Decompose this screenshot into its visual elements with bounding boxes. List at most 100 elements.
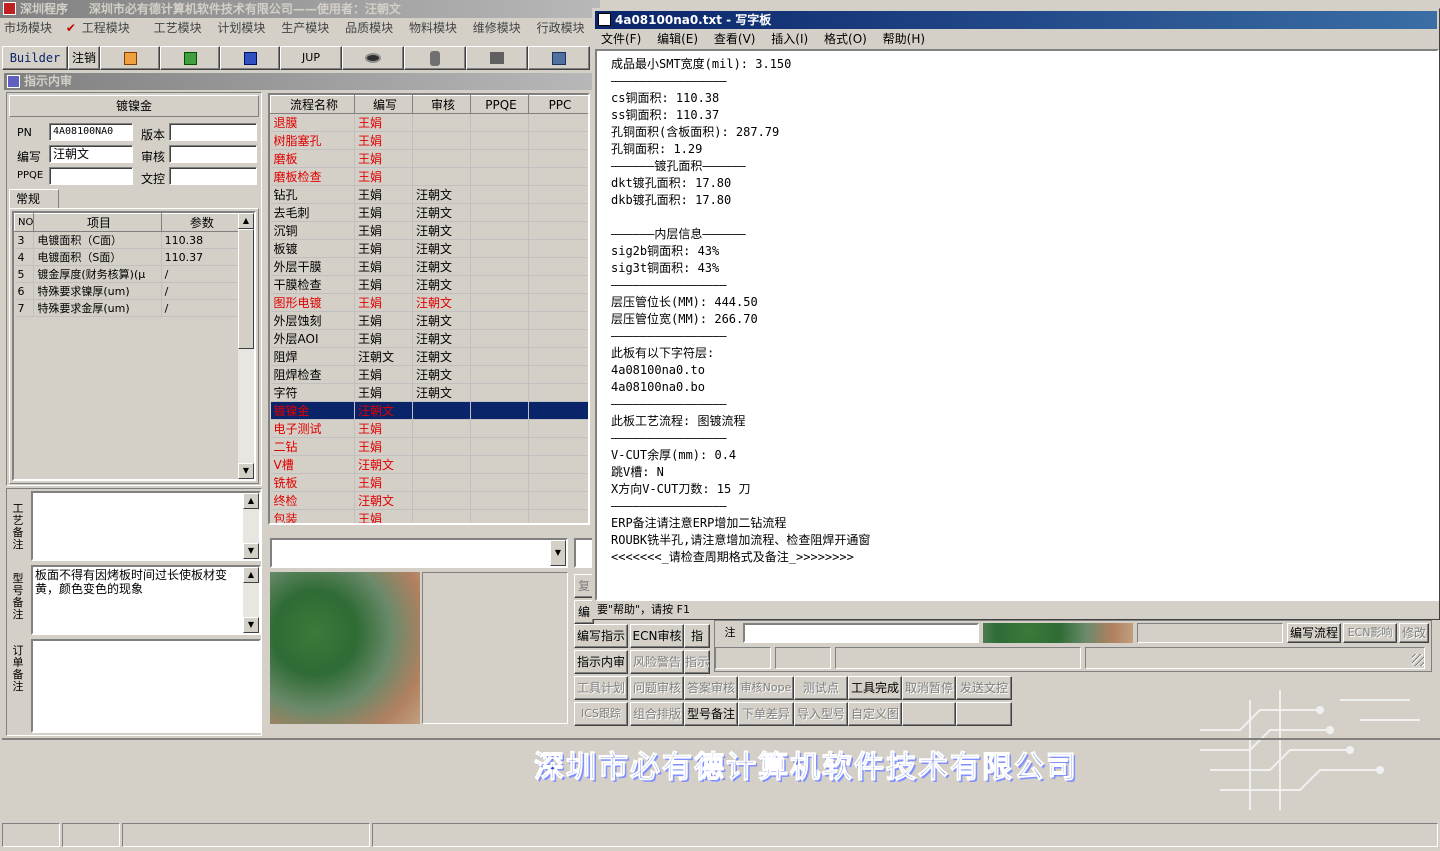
custom-figure-button[interactable]: 自定义图: [848, 702, 902, 726]
col-author[interactable]: 编写: [354, 95, 413, 114]
table-row[interactable]: 铣板 王娟: [270, 473, 588, 492]
table-row[interactable]: 磨板 王娟: [270, 149, 588, 168]
side-button-bian[interactable]: 编: [574, 600, 594, 624]
table-row[interactable]: 镀镍金 汪朝文: [270, 401, 588, 420]
params-scrollbar[interactable]: ▲ ▼: [238, 213, 254, 479]
model-note-field[interactable]: 板面不得有因烤板时间过长使板材变黄，颜色变色的现象 ▲ ▼: [31, 565, 261, 635]
table-row[interactable]: V槽 汪朝文: [270, 455, 588, 474]
table-row[interactable]: 磨板检查 王娟: [270, 167, 588, 186]
import-model-button[interactable]: 导入型号: [794, 702, 848, 726]
menu-material[interactable]: 物料模块: [403, 18, 463, 38]
menu-engineering[interactable]: 工程模块: [80, 18, 136, 38]
table-row[interactable]: 阻焊 汪朝文 汪朝文: [270, 347, 588, 366]
col-ppc[interactable]: PPC: [528, 95, 588, 114]
tools-button[interactable]: [466, 46, 528, 70]
instruction-button[interactable]: 指: [684, 624, 710, 648]
builder-button[interactable]: Builder: [2, 46, 68, 70]
tool-plan-button[interactable]: 工具计划: [574, 676, 628, 700]
order-note-field[interactable]: [31, 639, 261, 733]
scroll-up-icon[interactable]: ▲: [243, 567, 259, 583]
answer-review-button[interactable]: 答案审核: [684, 676, 738, 700]
col-process-name[interactable]: 流程名称: [270, 95, 355, 114]
write-instruction-button[interactable]: 编写指示: [574, 624, 628, 648]
control-field[interactable]: [169, 167, 257, 185]
table-row[interactable]: 退膜 王娟: [270, 113, 588, 132]
wordpad-document[interactable]: 成品最小SMT宽度(mil): 3.150 ———————————————— cs铜…: [595, 49, 1439, 601]
table-row[interactable]: 包装 王娟: [270, 509, 588, 523]
table-row[interactable]: 阻焊检查 王娟 汪朝文: [270, 365, 588, 384]
issue-review-button[interactable]: 问题审核: [630, 676, 684, 700]
table-row[interactable]: 去毛刺 王娟 汪朝文: [270, 203, 588, 222]
right-combo[interactable]: [574, 538, 594, 568]
col-no[interactable]: NO: [14, 213, 35, 232]
table-row[interactable]: 3 电镀面积（C面） 110.38: [14, 231, 241, 249]
table-row[interactable]: 4 电镀面积（S面） 110.37: [14, 248, 241, 266]
menu-repair[interactable]: 维修模块: [467, 18, 527, 38]
combo-layout-button[interactable]: 组合排版: [630, 702, 684, 726]
model-note-button[interactable]: 型号备注: [684, 702, 738, 726]
table-row[interactable]: 电子测试 王娟: [270, 419, 588, 438]
scroll-down-icon[interactable]: ▼: [243, 617, 259, 633]
database-button[interactable]: [404, 46, 466, 70]
col-ppqe[interactable]: PPQE: [470, 95, 529, 114]
table-row[interactable]: 图形电镀 王娟 汪朝文: [270, 293, 588, 312]
scroll-up-icon[interactable]: ▲: [238, 213, 254, 229]
version-field[interactable]: [169, 123, 257, 141]
menu-view[interactable]: 查看(V): [708, 30, 762, 48]
save-button[interactable]: [528, 46, 590, 70]
model-note-scrollbar[interactable]: ▲ ▼: [243, 567, 259, 633]
scroll-down-icon[interactable]: ▼: [243, 543, 259, 559]
table-row[interactable]: 板镀 王娟 汪朝文: [270, 239, 588, 258]
note-field[interactable]: [743, 623, 979, 643]
menu-insert[interactable]: 插入(I): [765, 30, 814, 48]
table-row[interactable]: 干膜检查 王娟 汪朝文: [270, 275, 588, 294]
scroll-down-icon[interactable]: ▼: [238, 463, 254, 479]
ecn-review-button[interactable]: ECN审核: [630, 624, 684, 648]
instruction-2-button[interactable]: 指示: [684, 650, 710, 674]
menu-edit[interactable]: 编辑(E): [651, 30, 704, 48]
ecn-impact-button[interactable]: ECN影响: [1343, 623, 1397, 643]
col-param[interactable]: 参数: [160, 213, 241, 232]
process-combo[interactable]: ▼: [270, 538, 568, 568]
menu-quality[interactable]: 品质模块: [339, 18, 399, 38]
test-point-button[interactable]: 测试点: [794, 676, 848, 700]
send-doc-control-button[interactable]: 发送文控: [956, 676, 1012, 700]
blank-button-2[interactable]: [956, 702, 1012, 726]
excel-button[interactable]: [160, 46, 220, 70]
ppqe-field[interactable]: [49, 167, 133, 185]
cancel-pause-button[interactable]: 取消暂停: [902, 676, 956, 700]
menu-format[interactable]: 格式(O): [818, 30, 873, 48]
pn-field[interactable]: 4A08100NA0: [49, 123, 133, 141]
author-field[interactable]: 汪朝文: [49, 145, 133, 163]
scroll-thumb[interactable]: [238, 229, 254, 349]
table-row[interactable]: 树脂塞孔 王娟: [270, 131, 588, 150]
col-item[interactable]: 项目: [33, 213, 162, 232]
menu-help[interactable]: 帮助(H): [877, 30, 931, 48]
tool-complete-button[interactable]: 工具完成: [848, 676, 902, 700]
table-row[interactable]: 7 特殊要求金厚(um) /: [14, 299, 241, 317]
table-row[interactable]: 外层蚀刻 王娟 汪朝文: [270, 311, 588, 330]
table-row[interactable]: 钻孔 王娟 汪朝文: [270, 185, 588, 204]
table-row[interactable]: 终检 汪朝文: [270, 491, 588, 510]
menu-market[interactable]: 市场模块: [0, 18, 58, 38]
review-field[interactable]: [169, 145, 257, 163]
word-button[interactable]: [220, 46, 280, 70]
table-row[interactable]: 外层干膜 王娟 汪朝文: [270, 257, 588, 276]
resize-grip-icon[interactable]: [1412, 654, 1424, 666]
table-row[interactable]: 6 特殊要求镍厚(um) /: [14, 282, 241, 300]
craft-note-scrollbar[interactable]: ▲ ▼: [243, 493, 259, 559]
menu-file[interactable]: 文件(F): [595, 30, 647, 48]
wordpad-title-bar[interactable]: 4a08100na0.txt - 写字板: [595, 11, 1437, 29]
risk-warning-button[interactable]: 风险警告: [630, 650, 684, 674]
table-row[interactable]: 5 镀金厚度(财务核算)(μ /: [14, 265, 241, 283]
blank-button[interactable]: [902, 702, 956, 726]
table-row[interactable]: 字符 王娟 汪朝文: [270, 383, 588, 402]
modify-button[interactable]: 修改: [1399, 623, 1429, 643]
menu-craft[interactable]: 工艺模块: [140, 18, 208, 38]
write-process-button[interactable]: 编写流程: [1287, 623, 1341, 643]
side-button-fu[interactable]: 复: [574, 574, 594, 598]
table-row[interactable]: 外层AOI 王娟 汪朝文: [270, 329, 588, 348]
table-row[interactable]: 二钻 王娟: [270, 437, 588, 456]
review-nope-button[interactable]: 审核Nope: [738, 676, 794, 700]
instruction-review-button[interactable]: 指示内审: [574, 650, 628, 674]
